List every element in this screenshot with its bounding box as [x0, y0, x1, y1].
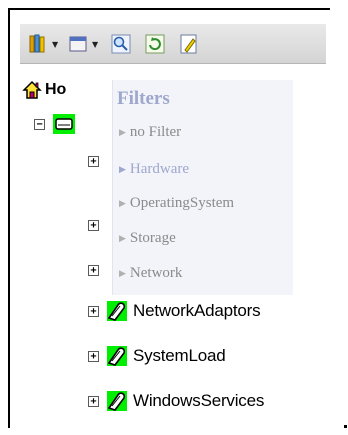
tree-root-home[interactable]: Ho [22, 80, 66, 100]
edit-button[interactable] [178, 32, 200, 56]
node-icon-highlight [107, 301, 127, 321]
sensor-probe-icon [107, 302, 126, 321]
filter-item-operatingsystem[interactable]: ▶ OperatingSystem [119, 195, 234, 212]
node-label: SystemLoad [133, 346, 226, 365]
filters-title: Filters [117, 88, 170, 109]
tree-node-child-3[interactable]: + [88, 265, 99, 276]
home-icon [22, 80, 42, 99]
node-label: NetworkAdaptors [133, 301, 261, 320]
node-icon-highlight [107, 391, 127, 411]
filter-item-storage[interactable]: ▶ Storage [119, 230, 176, 247]
library-books-icon [29, 34, 45, 53]
tree-node-child-1[interactable]: + [88, 156, 99, 167]
filter-item-hardware[interactable]: ▶ Hardware [119, 161, 189, 178]
node-icon-highlight [107, 346, 127, 366]
search-button[interactable] [110, 32, 132, 56]
toolbar: ▼ ▼ [20, 24, 326, 64]
system-node-icon-highlight [53, 114, 75, 134]
layout-button[interactable]: ▼ [68, 32, 98, 56]
tree-node-child-2[interactable]: + [88, 220, 99, 231]
filter-label: no Filter [129, 124, 182, 140]
filter-label: OperatingSystem [129, 195, 235, 211]
chevron-down-icon: ▼ [92, 39, 99, 49]
library-button[interactable]: ▼ [28, 32, 58, 56]
refresh-button[interactable] [144, 32, 166, 56]
home-label: Ho [45, 81, 67, 98]
filter-label: Hardware [129, 161, 190, 177]
search-icon [111, 34, 131, 54]
tree-node-system[interactable]: − [34, 114, 75, 134]
refresh-icon [145, 34, 165, 54]
tree-node-networkadaptors[interactable]: + NetworkAdaptors [88, 301, 261, 321]
expand-toggle[interactable]: + [88, 220, 99, 231]
triangle-right-icon: ▶ [119, 164, 126, 175]
triangle-right-icon: ▶ [119, 268, 126, 279]
expand-toggle[interactable]: + [88, 350, 99, 362]
expand-toggle[interactable]: + [88, 305, 99, 317]
chevron-down-icon: ▼ [52, 39, 59, 49]
expand-toggle[interactable]: + [88, 156, 99, 167]
sensor-probe-icon [107, 392, 126, 411]
triangle-right-icon: ▶ [119, 233, 126, 244]
filter-item-no-filter[interactable]: ▶ no Filter [119, 124, 181, 141]
expand-toggle[interactable]: + [88, 395, 99, 407]
filter-label: Storage [129, 230, 176, 246]
node-label: WindowsServices [133, 391, 265, 410]
filter-item-network[interactable]: ▶ Network [119, 265, 182, 282]
filter-label: Network [129, 265, 183, 281]
filters-popup: Filters ▶ no Filter ▶ Hardware ▶ Operati… [112, 80, 293, 295]
expand-toggle[interactable]: + [88, 265, 99, 276]
triangle-right-icon: ▶ [119, 198, 126, 209]
tree-node-systemload[interactable]: + SystemLoad [88, 346, 226, 366]
edit-icon [180, 34, 197, 54]
triangle-right-icon: ▶ [119, 127, 126, 138]
hard-drive-icon [55, 118, 73, 130]
collapse-toggle[interactable]: − [34, 118, 45, 130]
tree-node-windowsservices[interactable]: + WindowsServices [88, 391, 264, 411]
sensor-probe-icon [107, 347, 126, 366]
window-layout-icon [69, 36, 87, 52]
